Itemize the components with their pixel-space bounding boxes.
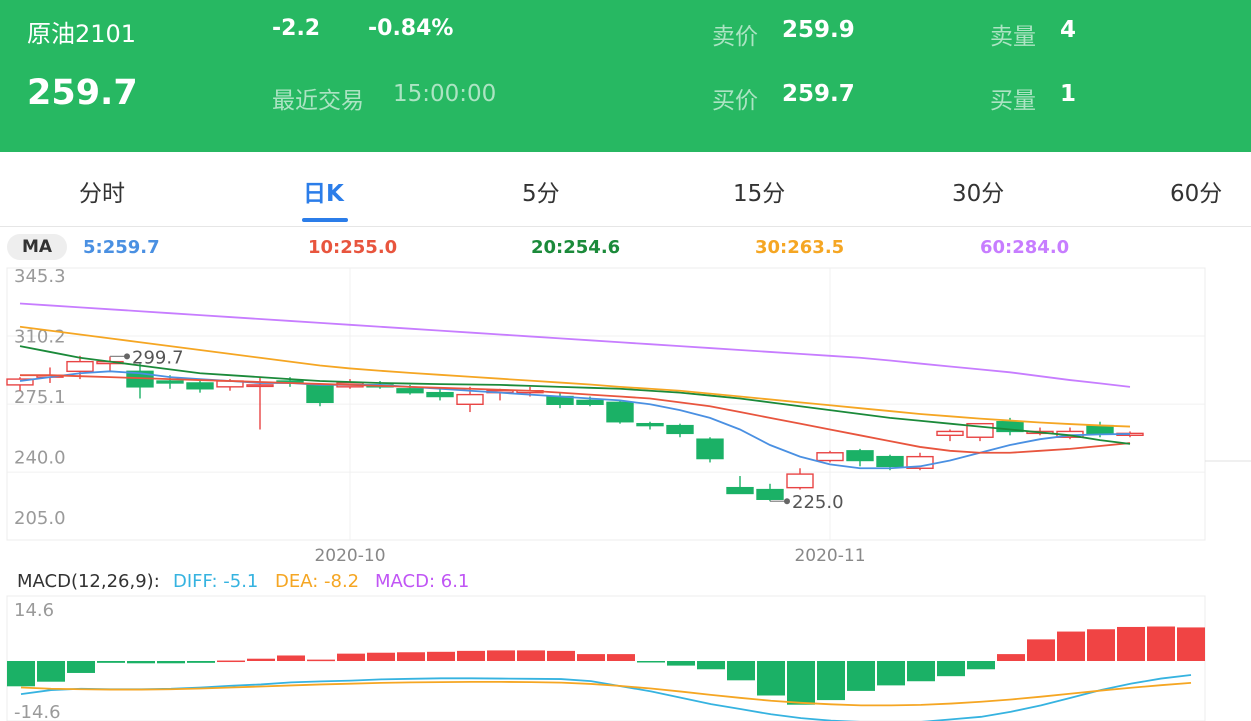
candle-body	[666, 424, 694, 435]
macd-hist-bar	[997, 654, 1025, 661]
candle-body	[246, 384, 274, 388]
macd-diff-value: DIFF: -5.1	[173, 571, 259, 592]
macd-hist-bar	[757, 661, 785, 696]
macd-y-tick-label: 14.6	[14, 600, 54, 621]
macd-hist-bar	[1177, 627, 1205, 661]
ma-line-20	[19, 345, 1131, 445]
macd-hist-bar	[427, 651, 455, 661]
macd-hist-bar	[247, 658, 275, 661]
macd-hist-bar	[397, 652, 425, 661]
macd-hist-bar	[7, 661, 35, 687]
candle-body	[786, 473, 814, 489]
candle-body	[936, 430, 964, 437]
kline-y-tick-label: 275.1	[14, 387, 66, 408]
candle-body	[456, 393, 484, 405]
macd-hist-bar	[847, 661, 875, 691]
macd-hist-bar	[337, 653, 365, 661]
macd-hist-bar	[907, 661, 935, 682]
macd-title: MACD(12,26,9):	[17, 571, 160, 592]
macd-hist-bar	[1117, 626, 1145, 661]
macd-hist-bar	[457, 650, 485, 661]
macd-hist-value: MACD: 6.1	[375, 571, 470, 592]
candle-body	[1086, 424, 1114, 435]
macd-hist-bar	[727, 661, 755, 681]
macd-hist-bar	[547, 650, 575, 661]
macd-hist-bar	[307, 659, 335, 662]
macd-hist-bar	[787, 661, 815, 705]
macd-hist-bar	[487, 650, 515, 661]
macd-hist-bar	[667, 661, 695, 666]
candle-body	[396, 388, 424, 394]
extreme-dot	[124, 353, 130, 360]
macd-hist-bar	[697, 661, 725, 670]
candle-body	[426, 391, 454, 398]
ma-line-60	[19, 302, 1131, 388]
candle-body	[726, 486, 754, 495]
kline-x-tick-label: 2020-10	[314, 546, 385, 566]
macd-hist-bar	[607, 654, 635, 661]
macd-frame	[6, 595, 1206, 721]
macd-hist-bar	[367, 652, 395, 661]
kline-x-tick-label: 2020-11	[794, 546, 865, 566]
macd-y-tick-label: -14.6	[14, 702, 61, 721]
macd-hist-bar	[217, 660, 245, 663]
macd-hist-bar	[97, 661, 125, 663]
extreme-label: 299.7	[132, 347, 184, 368]
macd-hist-bar	[1057, 631, 1085, 661]
candle-body	[576, 399, 604, 405]
macd-line-diff	[20, 674, 1192, 721]
macd-hist-bar	[577, 654, 605, 661]
ma-line-30	[19, 325, 1131, 428]
candle-body	[306, 384, 334, 404]
extreme-label: 225.0	[792, 492, 844, 513]
macd-hist-bar	[187, 661, 215, 663]
candle-body	[876, 455, 904, 468]
candlestick-chart[interactable]: 345.3310.2275.1240.0205.02020-10 2020-112…	[0, 0, 1251, 721]
candle-body	[156, 380, 184, 384]
candle-body	[66, 360, 94, 373]
macd-hist-bar	[1087, 629, 1115, 661]
kline-y-tick-label: 240.0	[14, 447, 66, 468]
macd-hist-bar	[127, 661, 155, 664]
macd-hist-bar	[67, 661, 95, 673]
macd-hist-bar	[877, 661, 905, 686]
extreme-dot	[784, 498, 790, 505]
macd-line-dea	[20, 680, 1192, 707]
candle-body	[756, 488, 784, 500]
macd-hist-bar	[817, 661, 845, 701]
candle-body	[606, 401, 634, 423]
macd-hist-bar	[937, 661, 965, 677]
macd-dea-value: DEA: -8.2	[275, 571, 360, 592]
macd-hist-bar	[1147, 626, 1175, 661]
kline-y-tick-label: 205.0	[14, 508, 66, 529]
candle-body	[696, 438, 724, 460]
macd-hist-bar	[37, 661, 65, 682]
candle-body	[816, 452, 844, 462]
macd-hist-bar	[1027, 639, 1055, 661]
macd-hist-bar	[967, 661, 995, 670]
candle-body	[636, 422, 664, 427]
macd-hist-bar	[637, 661, 665, 663]
kline-y-tick-label: 345.3	[14, 266, 66, 287]
macd-hist-bar	[517, 650, 545, 661]
candle-body	[186, 382, 214, 390]
candle-body	[846, 450, 874, 462]
macd-hist-bar	[157, 661, 185, 664]
macd-hist-bar	[277, 655, 305, 661]
